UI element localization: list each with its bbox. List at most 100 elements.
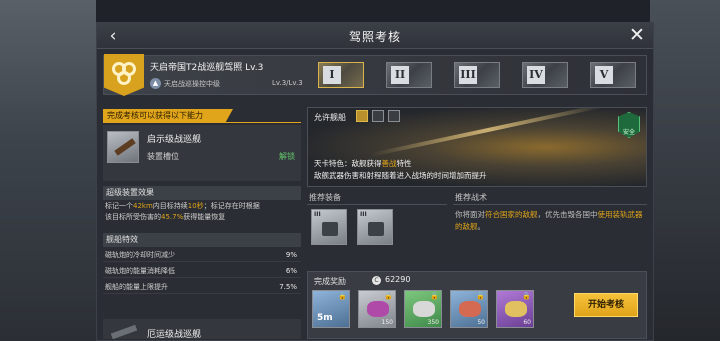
battle-scene: [370, 108, 606, 157]
stat-value: 7.5%: [279, 283, 297, 291]
stage-numeral: I: [323, 66, 341, 84]
device-slot-label: 装置槽位: [147, 152, 179, 161]
tactic-highlight: 符合国家的敌舰: [485, 210, 538, 219]
tactic-text: 。: [477, 222, 486, 231]
ore-shape: [459, 301, 481, 317]
trait-highlight: 善战: [381, 159, 397, 168]
tactics-text: 你将面对符合国家的敌舰，优先击毁各国中使用装轨武器的敌舰。: [455, 209, 643, 233]
ship-name: 厄运级战巡舰: [147, 330, 202, 339]
ship-filter-tab[interactable]: [388, 110, 400, 122]
allowed-ships-label: 允许舰船: [314, 113, 346, 122]
divider: [103, 122, 301, 123]
background-right: [650, 0, 720, 341]
ship-traits-header: 舰船特效: [103, 233, 301, 247]
lock-icon: 🔒: [384, 292, 393, 300]
stage-tab-3[interactable]: III: [454, 62, 500, 88]
stage-numeral: V: [595, 66, 613, 84]
license-level: Lv.3/Lv.3: [272, 79, 303, 87]
next-ship-card[interactable]: 厄运级战巡舰: [103, 319, 301, 339]
ore-shape: [367, 301, 389, 317]
item-label: 5m: [317, 313, 333, 323]
stage-numeral: IV: [527, 66, 545, 84]
stage-numeral: III: [459, 66, 477, 84]
equip-tier: III: [314, 211, 321, 218]
license-exam-dialog: ‹ 驾照考核 ✕ 天启帝国T2战巡舰驾照 Lv.3 ▲ 天启战巡操控中级 Lv.…: [96, 22, 654, 341]
unlock-status: 解锁: [279, 152, 295, 161]
safe-shield-icon: 安全: [618, 112, 640, 138]
license-badge-icon: [104, 54, 144, 96]
background-left: [0, 0, 96, 341]
equipment-slot[interactable]: III: [357, 209, 393, 245]
stage-tab-2[interactable]: II: [386, 62, 432, 88]
stage-trait: 天卡特色：敌舰获得善战特性: [314, 158, 412, 169]
stat-value: 6%: [285, 267, 297, 275]
tactic-text: 你将面对: [455, 210, 485, 219]
stat-row: 磁轨炮的冷却时间减少 9%: [103, 249, 301, 262]
allowed-ships-banner: 允许舰船 安全 天卡特色：敌舰获得善战特性 敌舰武器伤害和射程随着进入战场的时间…: [307, 107, 647, 187]
unlock-ship-card[interactable]: 启示级战巡舰 装置槽位 解锁: [103, 125, 301, 181]
stat-row: 磁轨炮的能量消耗降低 6%: [103, 265, 301, 278]
rewards-label: 完成奖励: [314, 277, 346, 286]
item-qty: 60: [523, 319, 531, 326]
desc-text: 内目标持续: [152, 202, 188, 210]
item-qty: 50: [477, 319, 485, 326]
stage-numeral: II: [391, 66, 409, 84]
red-ore-icon[interactable]: 🔒 50: [450, 290, 488, 328]
lock-icon: 🔒: [338, 292, 347, 300]
license-header: 天启帝国T2战巡舰驾照 Lv.3 ▲ 天启战巡操控中级 Lv.3/Lv.3 I …: [103, 54, 647, 96]
ship-filter-tab[interactable]: [372, 110, 384, 122]
gain-header: 完成考核可以获得以下能力: [103, 109, 233, 123]
gold-ore-icon[interactable]: 🔒 60: [496, 290, 534, 328]
stage-trait-desc: 敌舰武器伤害和射程随着进入战场的时间增加而提升: [314, 171, 487, 180]
desc-text: ；标记存在时根据: [203, 202, 260, 210]
start-exam-button[interactable]: 开始考核: [574, 293, 638, 317]
stat-label: 磁轨炮的能量消耗降低: [105, 267, 175, 275]
stat-row: 舰船的能量上限提升 7.5%: [103, 281, 301, 294]
divider: [453, 204, 647, 205]
ore-shape: [413, 301, 435, 317]
dialog-title: 驾照考核: [348, 30, 401, 44]
cannon-icon: [322, 222, 338, 236]
trait-text: 天卡特色：敌舰获得: [314, 159, 382, 168]
launcher-icon: [368, 222, 384, 236]
lock-icon: 🔒: [430, 292, 439, 300]
battlecruiser-icon: [107, 131, 139, 163]
stage-tab-1[interactable]: I: [318, 62, 364, 88]
timer-item-icon[interactable]: 🔒 5m: [312, 290, 350, 328]
tactic-text: ，优先击毁各国中: [537, 210, 598, 219]
equipment-slot[interactable]: III: [311, 209, 347, 245]
ship-name: 启示级战巡舰: [147, 135, 202, 145]
lock-icon: 🔒: [522, 292, 531, 300]
stat-label: 磁轨炮的冷却时间减少: [105, 251, 175, 259]
super-device-desc: 标记一个42km内目标持续10秒；标记存在时根据 该目标所受伤害的45.7%获得…: [105, 201, 299, 223]
stat-value: 9%: [285, 251, 297, 259]
trait-text: 特性: [396, 159, 412, 168]
close-icon[interactable]: ✕: [627, 25, 647, 45]
exam-details-panel: 允许舰船 安全 天卡特色：敌舰获得善战特性 敌舰武器伤害和射程随着进入战场的时间…: [307, 107, 647, 339]
lock-icon: 🔒: [476, 292, 485, 300]
desc-text: 获得能量恢复: [183, 213, 226, 221]
desc-text: 该目标所受伤害的: [105, 213, 161, 221]
item-qty: 350: [427, 319, 439, 326]
ore-shape: [505, 301, 527, 317]
item-qty: 150: [381, 319, 393, 326]
equip-tier: III: [360, 211, 367, 218]
green-ore-icon[interactable]: 🔒 350: [404, 290, 442, 328]
super-device-header: 超级装置效果: [103, 186, 301, 200]
desc-highlight: 45.7%: [161, 213, 184, 221]
recommended-equipment-label: 推荐装备: [309, 193, 341, 202]
purple-ore-icon[interactable]: 🔒 150: [358, 290, 396, 328]
title-bar: ‹ 驾照考核 ✕: [97, 23, 653, 49]
desc-text: 标记一个: [105, 202, 133, 210]
rank-icon: ▲: [150, 78, 161, 89]
abilities-panel: 完成考核可以获得以下能力 启示级战巡舰 装置槽位 解锁 超级装置效果 标记一个4…: [103, 109, 301, 339]
ship-filter-tab[interactable]: [356, 110, 368, 122]
stage-tab-4[interactable]: IV: [522, 62, 568, 88]
coin-amount: 62290: [385, 275, 411, 284]
license-sub-label: 天启战巡操控中级: [164, 80, 220, 88]
stage-tab-5[interactable]: V: [590, 62, 636, 88]
coin-icon: C: [372, 276, 381, 285]
recommended-tactics-label: 推荐战术: [455, 193, 487, 202]
desc-highlight: 10秒: [187, 202, 204, 210]
stat-label: 舰船的能量上限提升: [105, 283, 168, 291]
